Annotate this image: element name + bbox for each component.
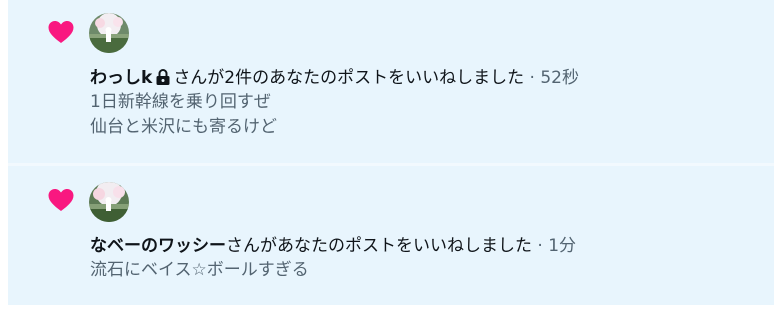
timestamp[interactable]: 52秒 xyxy=(540,68,579,88)
timestamp[interactable]: 1分 xyxy=(548,236,576,256)
like-notification[interactable]: なベーのワッシーさんがあなたのポストをいいねしました · 1分 流石にベイス☆ボ… xyxy=(8,166,774,305)
notification-headline: なベーのワッシーさんがあなたのポストをいいねしました · 1分 xyxy=(90,234,764,258)
post-preview-line: 流石にベイス☆ボールすぎる xyxy=(90,260,309,280)
separator: · xyxy=(532,236,549,256)
user-name[interactable]: なベーのワッシー xyxy=(90,236,226,256)
heart-icon xyxy=(48,189,74,211)
avatar[interactable] xyxy=(89,13,129,53)
action-text: さんがあなたのポストをいいねしました xyxy=(226,236,532,256)
like-notification[interactable]: わっしk さんが2件のあなたのポストをいいねしました · 52秒 1日新幹線を乗り… xyxy=(8,0,774,163)
lock-icon xyxy=(156,69,170,85)
notification-content: わっしk さんが2件のあなたのポストをいいねしました · 52秒 1日新幹線を乗り… xyxy=(90,66,764,140)
avatar[interactable] xyxy=(89,182,129,222)
user-name[interactable]: わっしk xyxy=(90,68,152,88)
notification-content: なベーのワッシーさんがあなたのポストをいいねしました · 1分 流石にベイス☆ボ… xyxy=(90,234,764,283)
notification-headline: わっしk さんが2件のあなたのポストをいいねしました · 52秒 xyxy=(90,66,764,90)
separator: · xyxy=(524,68,541,88)
heart-icon xyxy=(48,21,74,43)
action-text: さんが2件のあなたのポストをいいねしました xyxy=(173,68,525,88)
post-preview-line: 1日新幹線を乗り回すぜ xyxy=(90,92,271,112)
post-preview-line: 仙台と米沢にも寄るけど xyxy=(90,117,277,137)
notifications-page: わっしk さんが2件のあなたのポストをいいねしました · 52秒 1日新幹線を乗り… xyxy=(0,0,774,309)
